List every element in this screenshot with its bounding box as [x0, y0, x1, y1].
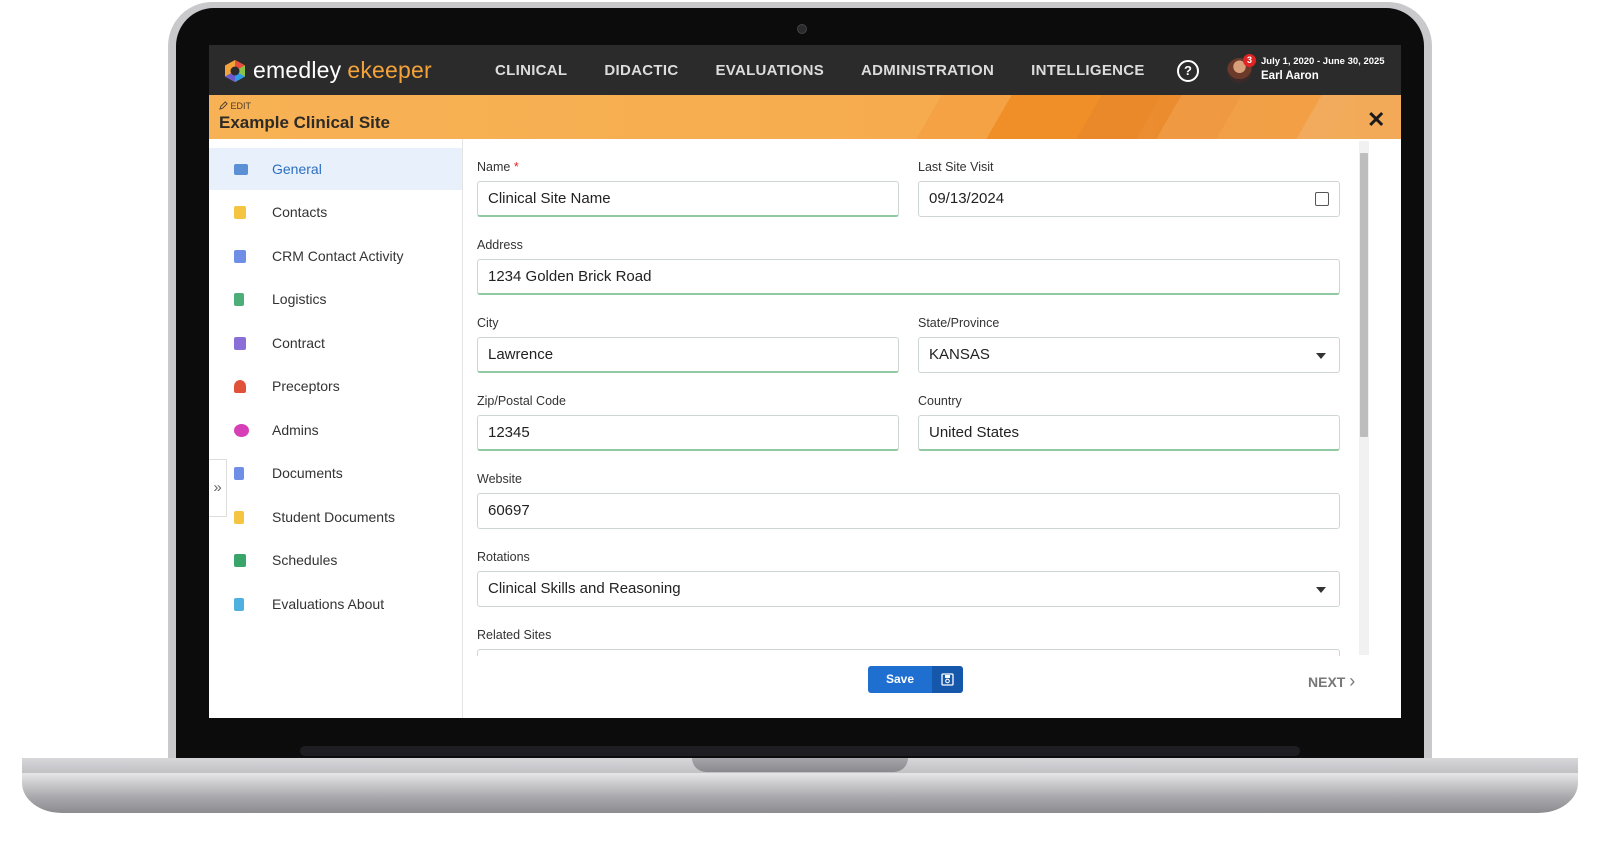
- brand-name: emedley ekeeper: [253, 57, 432, 84]
- nav-clinical[interactable]: CLINICAL: [495, 62, 567, 79]
- country-label: Country: [918, 394, 962, 408]
- rotations-value: Clinical Skills and Reasoning: [488, 580, 681, 597]
- close-icon[interactable]: ✕: [1367, 107, 1385, 133]
- related-sites-label: Related Sites: [477, 628, 552, 642]
- notification-badge[interactable]: 3: [1243, 54, 1256, 67]
- scrollbar-thumb[interactable]: [1360, 153, 1368, 437]
- sidebar-item-schedules[interactable]: Schedules: [209, 539, 462, 581]
- sidebar-item-label: Student Documents: [272, 509, 395, 525]
- sidebar-item-logistics[interactable]: Logistics: [209, 278, 462, 320]
- brand-main: emedley: [253, 57, 342, 83]
- last-site-visit-field[interactable]: 09/13/2024: [918, 181, 1340, 217]
- edit-mode-text: EDIT: [230, 101, 252, 111]
- brand-logo[interactable]: emedley ekeeper: [223, 57, 432, 84]
- sidebar-item-label: Contract: [272, 335, 325, 351]
- sidebar-item-label: Logistics: [272, 291, 327, 307]
- last-site-visit-value: 09/13/2024: [929, 190, 1005, 207]
- save-button[interactable]: Save: [868, 666, 932, 693]
- sidebar-item-evaluations-about[interactable]: Evaluations About: [209, 583, 462, 625]
- sidebar-item-crm-contact-activity[interactable]: CRM Contact Activity: [209, 235, 462, 277]
- sidebar-item-preceptors[interactable]: Preceptors: [209, 365, 462, 407]
- brand-product: ekeeper: [347, 57, 432, 83]
- state-select[interactable]: KANSAS: [918, 337, 1340, 373]
- city-label: City: [477, 316, 499, 330]
- sidebar: General Contacts CRM Contact Activity Lo…: [209, 139, 463, 718]
- rotations-label: Rotations: [477, 550, 530, 564]
- next-label: NEXT: [1308, 674, 1346, 690]
- nav-intelligence[interactable]: INTELLIGENCE: [1031, 62, 1145, 79]
- chevron-down-icon[interactable]: [1316, 353, 1326, 359]
- sidebar-item-label: CRM Contact Activity: [272, 248, 404, 264]
- sidebar-item-label: Evaluations About: [272, 596, 385, 612]
- clipboard-icon: [234, 292, 244, 306]
- laptop-notch: [692, 758, 908, 772]
- zip-label: Zip/Postal Code: [477, 394, 566, 408]
- bezel-bottom-strip: [300, 746, 1300, 756]
- country-field[interactable]: United States: [918, 415, 1340, 451]
- help-icon[interactable]: ?: [1177, 60, 1199, 82]
- pencil-icon: [219, 101, 228, 110]
- nav-didactic[interactable]: DIDACTIC: [604, 62, 678, 79]
- preceptor-icon: [234, 379, 246, 393]
- user-name[interactable]: Earl Aaron: [1261, 70, 1319, 82]
- page-title: Example Clinical Site: [219, 113, 391, 132]
- calendar-picker-icon[interactable]: [1315, 192, 1329, 206]
- address-label: Address: [477, 238, 523, 252]
- zip-field[interactable]: 12345: [477, 415, 899, 451]
- edit-mode-label: EDIT: [219, 101, 251, 111]
- rotations-select[interactable]: Clinical Skills and Reasoning: [477, 571, 1340, 607]
- sidebar-item-label: Schedules: [272, 552, 338, 568]
- users-group-icon: [234, 423, 249, 437]
- sidebar-item-contacts[interactable]: Contacts: [209, 191, 462, 233]
- sidebar-item-contract[interactable]: Contract: [209, 322, 462, 364]
- sidebar-item-documents[interactable]: Documents: [209, 452, 462, 494]
- last-site-visit-label: Last Site Visit: [918, 160, 994, 174]
- form-footer: Save NEXT ›: [463, 656, 1401, 718]
- sidebar-item-label: Documents: [272, 465, 343, 481]
- app-screen: emedley ekeeper CLINICAL DIDACTIC EVALUAT…: [209, 45, 1401, 718]
- chevron-right-icon: ›: [1349, 671, 1356, 691]
- expand-sidebar-button[interactable]: »: [209, 459, 227, 517]
- state-label: State/Province: [918, 316, 1000, 330]
- sidebar-item-label: Contacts: [272, 204, 328, 220]
- required-marker: *: [513, 160, 519, 174]
- contact-card-icon: [234, 205, 246, 219]
- name-label-text: Name: [477, 160, 511, 174]
- state-value: KANSAS: [929, 346, 990, 363]
- sidebar-item-label: General: [272, 161, 322, 177]
- name-field[interactable]: Clinical Site Name: [477, 181, 899, 217]
- camera-icon: [797, 24, 807, 34]
- address-field[interactable]: 1234 Golden Brick Road: [477, 259, 1340, 295]
- sidebar-item-admins[interactable]: Admins: [209, 409, 462, 451]
- student-document-icon: [234, 510, 244, 524]
- calendar-icon: [234, 553, 246, 567]
- id-card-icon: [234, 163, 248, 175]
- top-navigation: emedley ekeeper CLINICAL DIDACTIC EVALUAT…: [209, 45, 1401, 95]
- sidebar-item-label: Admins: [272, 422, 319, 438]
- website-field[interactable]: 60697: [477, 493, 1340, 529]
- evaluation-check-icon: [234, 597, 244, 611]
- chevron-down-icon[interactable]: [1316, 587, 1326, 593]
- related-sites-field[interactable]: [477, 649, 1340, 656]
- next-button[interactable]: NEXT ›: [1308, 671, 1355, 692]
- contract-edit-icon: [234, 336, 246, 350]
- name-label: Name *: [477, 160, 519, 174]
- document-icon: [234, 466, 244, 480]
- date-range[interactable]: July 1, 2020 - June 30, 2025: [1261, 56, 1385, 67]
- logo-hexagon-icon: [225, 59, 245, 82]
- save-icon[interactable]: [932, 666, 963, 693]
- main-menu: CLINICAL DIDACTIC EVALUATIONS ADMINISTRA…: [495, 45, 1182, 95]
- website-label: Website: [477, 472, 522, 486]
- sidebar-item-general[interactable]: General: [209, 148, 462, 190]
- nav-administration[interactable]: ADMINISTRATION: [861, 62, 994, 79]
- laptop-base: [22, 773, 1578, 813]
- city-field[interactable]: Lawrence: [477, 337, 899, 373]
- nav-evaluations[interactable]: EVALUATIONS: [715, 62, 824, 79]
- form-content: Name * Clinical Site Name Last Site Visi…: [463, 139, 1401, 656]
- sidebar-item-student-documents[interactable]: Student Documents: [209, 496, 462, 538]
- sidebar-item-label: Preceptors: [272, 378, 340, 394]
- mail-icon: [234, 249, 246, 263]
- edit-header: EDIT Example Clinical Site ✕: [209, 95, 1401, 139]
